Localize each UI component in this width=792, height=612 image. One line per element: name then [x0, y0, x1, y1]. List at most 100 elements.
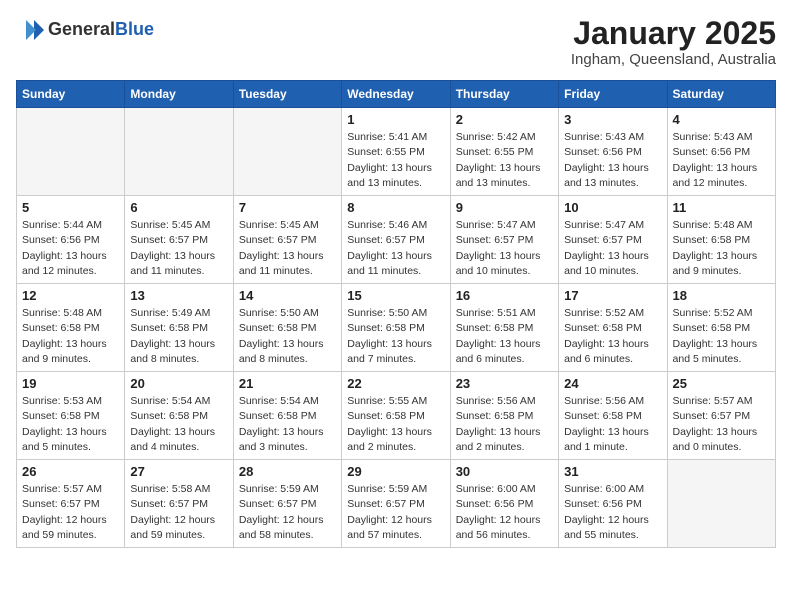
cell-info: Sunrise: 5:48 AM Sunset: 6:58 PM Dayligh…: [22, 306, 119, 367]
cell-info: Sunrise: 5:59 AM Sunset: 6:57 PM Dayligh…: [239, 482, 336, 543]
day-header-monday: Monday: [125, 81, 233, 108]
calendar-cell: 20Sunrise: 5:54 AM Sunset: 6:58 PM Dayli…: [125, 372, 233, 460]
logo-text: GeneralBlue: [48, 20, 154, 40]
calendar-cell: 16Sunrise: 5:51 AM Sunset: 6:58 PM Dayli…: [450, 284, 558, 372]
date-number: 28: [239, 464, 336, 479]
page-header: GeneralBlue January 2025 Ingham, Queensl…: [16, 16, 776, 68]
calendar-cell: [233, 108, 341, 196]
week-row-1: 1Sunrise: 5:41 AM Sunset: 6:55 PM Daylig…: [17, 108, 776, 196]
calendar-cell: 29 Sunrise: 5:59 AM Sunset: 6:57 PM Dayli…: [342, 460, 450, 548]
cell-info: Sunrise: 5:52 AM Sunset: 6:58 PM Dayligh…: [673, 306, 770, 367]
date-number: 17: [564, 288, 661, 303]
date-number: 10: [564, 200, 661, 215]
calendar-cell: 26 Sunrise: 5:57 AM Sunset: 6:57 PM Dayli…: [17, 460, 125, 548]
date-number: 9: [456, 200, 553, 215]
header-row: SundayMondayTuesdayWednesdayThursdayFrid…: [17, 81, 776, 108]
date-number: 11: [673, 200, 770, 215]
calendar-cell: 19Sunrise: 5:53 AM Sunset: 6:58 PM Dayli…: [17, 372, 125, 460]
logo: GeneralBlue: [16, 16, 154, 44]
calendar-cell: 17 Sunrise: 5:52 AM Sunset: 6:58 PM Dayli…: [559, 284, 667, 372]
cell-info: Sunrise: 5:45 AM Sunset: 6:57 PM Dayligh…: [130, 218, 227, 279]
date-number: 20: [130, 376, 227, 391]
calendar-cell: 15Sunrise: 5:50 AM Sunset: 6:58 PM Dayli…: [342, 284, 450, 372]
date-number: 1: [347, 112, 444, 127]
date-number: 27: [130, 464, 227, 479]
calendar-cell: 12 Sunrise: 5:48 AM Sunset: 6:58 PM Dayli…: [17, 284, 125, 372]
cell-info: Sunrise: 5:49 AM Sunset: 6:58 PM Dayligh…: [130, 306, 227, 367]
date-number: 19: [22, 376, 119, 391]
sub-title: Ingham, Queensland, Australia: [571, 51, 776, 68]
date-number: 14: [239, 288, 336, 303]
date-number: 29: [347, 464, 444, 479]
cell-info: Sunrise: 5:58 AM Sunset: 6:57 PM Dayligh…: [130, 482, 227, 543]
date-number: 24: [564, 376, 661, 391]
cell-info: Sunrise: 5:47 AM Sunset: 6:57 PM Dayligh…: [456, 218, 553, 279]
cell-info: Sunrise: 5:55 AM Sunset: 6:58 PM Dayligh…: [347, 394, 444, 455]
cell-info: Sunrise: 6:00 AM Sunset: 6:56 PM Dayligh…: [564, 482, 661, 543]
date-number: 30: [456, 464, 553, 479]
day-header-friday: Friday: [559, 81, 667, 108]
day-header-wednesday: Wednesday: [342, 81, 450, 108]
calendar-cell: 31 Sunrise: 6:00 AM Sunset: 6:56 PM Dayli…: [559, 460, 667, 548]
logo-blue: Blue: [115, 19, 154, 39]
day-header-thursday: Thursday: [450, 81, 558, 108]
calendar-cell: [125, 108, 233, 196]
calendar-cell: 27 Sunrise: 5:58 AM Sunset: 6:57 PM Dayli…: [125, 460, 233, 548]
cell-info: Sunrise: 5:46 AM Sunset: 6:57 PM Dayligh…: [347, 218, 444, 279]
calendar-cell: 30 Sunrise: 6:00 AM Sunset: 6:56 PM Dayli…: [450, 460, 558, 548]
date-number: 12: [22, 288, 119, 303]
cell-info: Sunrise: 5:45 AM Sunset: 6:57 PM Dayligh…: [239, 218, 336, 279]
date-number: 22: [347, 376, 444, 391]
date-number: 23: [456, 376, 553, 391]
date-number: 18: [673, 288, 770, 303]
calendar-cell: 8Sunrise: 5:46 AM Sunset: 6:57 PM Daylig…: [342, 196, 450, 284]
week-row-3: 12 Sunrise: 5:48 AM Sunset: 6:58 PM Dayli…: [17, 284, 776, 372]
cell-info: Sunrise: 5:56 AM Sunset: 6:58 PM Dayligh…: [456, 394, 553, 455]
day-header-tuesday: Tuesday: [233, 81, 341, 108]
date-number: 4: [673, 112, 770, 127]
date-number: 2: [456, 112, 553, 127]
cell-info: Sunrise: 5:42 AM Sunset: 6:55 PM Dayligh…: [456, 130, 553, 191]
date-number: 31: [564, 464, 661, 479]
calendar-cell: 18 Sunrise: 5:52 AM Sunset: 6:58 PM Dayli…: [667, 284, 775, 372]
date-number: 26: [22, 464, 119, 479]
calendar-cell: 21Sunrise: 5:54 AM Sunset: 6:58 PM Dayli…: [233, 372, 341, 460]
calendar-cell: 7Sunrise: 5:45 AM Sunset: 6:57 PM Daylig…: [233, 196, 341, 284]
calendar-cell: [667, 460, 775, 548]
calendar-cell: 9 Sunrise: 5:47 AM Sunset: 6:57 PM Daylig…: [450, 196, 558, 284]
cell-info: Sunrise: 5:52 AM Sunset: 6:58 PM Dayligh…: [564, 306, 661, 367]
calendar-cell: 25Sunrise: 5:57 AM Sunset: 6:57 PM Dayli…: [667, 372, 775, 460]
calendar-cell: 4 Sunrise: 5:43 AM Sunset: 6:56 PM Daylig…: [667, 108, 775, 196]
date-number: 3: [564, 112, 661, 127]
calendar-cell: 28 Sunrise: 5:59 AM Sunset: 6:57 PM Dayli…: [233, 460, 341, 548]
calendar-cell: 10 Sunrise: 5:47 AM Sunset: 6:57 PM Dayli…: [559, 196, 667, 284]
title-block: January 2025 Ingham, Queensland, Austral…: [571, 16, 776, 68]
logo-general: General: [48, 19, 115, 39]
cell-info: Sunrise: 5:43 AM Sunset: 6:56 PM Dayligh…: [564, 130, 661, 191]
calendar-cell: 22 Sunrise: 5:55 AM Sunset: 6:58 PM Dayli…: [342, 372, 450, 460]
cell-info: Sunrise: 5:50 AM Sunset: 6:58 PM Dayligh…: [239, 306, 336, 367]
date-number: 13: [130, 288, 227, 303]
week-row-5: 26 Sunrise: 5:57 AM Sunset: 6:57 PM Dayli…: [17, 460, 776, 548]
calendar-cell: 24 Sunrise: 5:56 AM Sunset: 6:58 PM Dayli…: [559, 372, 667, 460]
date-number: 15: [347, 288, 444, 303]
date-number: 5: [22, 200, 119, 215]
cell-info: Sunrise: 5:59 AM Sunset: 6:57 PM Dayligh…: [347, 482, 444, 543]
calendar-cell: 14 Sunrise: 5:50 AM Sunset: 6:58 PM Dayli…: [233, 284, 341, 372]
day-header-sunday: Sunday: [17, 81, 125, 108]
cell-info: Sunrise: 5:44 AM Sunset: 6:56 PM Dayligh…: [22, 218, 119, 279]
day-header-saturday: Saturday: [667, 81, 775, 108]
calendar-cell: [17, 108, 125, 196]
week-row-4: 19Sunrise: 5:53 AM Sunset: 6:58 PM Dayli…: [17, 372, 776, 460]
calendar-cell: 23 Sunrise: 5:56 AM Sunset: 6:58 PM Dayli…: [450, 372, 558, 460]
cell-info: Sunrise: 5:43 AM Sunset: 6:56 PM Dayligh…: [673, 130, 770, 191]
cell-info: Sunrise: 5:57 AM Sunset: 6:57 PM Dayligh…: [22, 482, 119, 543]
logo-icon: [16, 16, 44, 44]
calendar-cell: 5 Sunrise: 5:44 AM Sunset: 6:56 PM Daylig…: [17, 196, 125, 284]
calendar-table: SundayMondayTuesdayWednesdayThursdayFrid…: [16, 80, 776, 548]
cell-info: Sunrise: 5:54 AM Sunset: 6:58 PM Dayligh…: [239, 394, 336, 455]
cell-info: Sunrise: 5:47 AM Sunset: 6:57 PM Dayligh…: [564, 218, 661, 279]
calendar-cell: 11Sunrise: 5:48 AM Sunset: 6:58 PM Dayli…: [667, 196, 775, 284]
cell-info: Sunrise: 5:56 AM Sunset: 6:58 PM Dayligh…: [564, 394, 661, 455]
cell-info: Sunrise: 6:00 AM Sunset: 6:56 PM Dayligh…: [456, 482, 553, 543]
